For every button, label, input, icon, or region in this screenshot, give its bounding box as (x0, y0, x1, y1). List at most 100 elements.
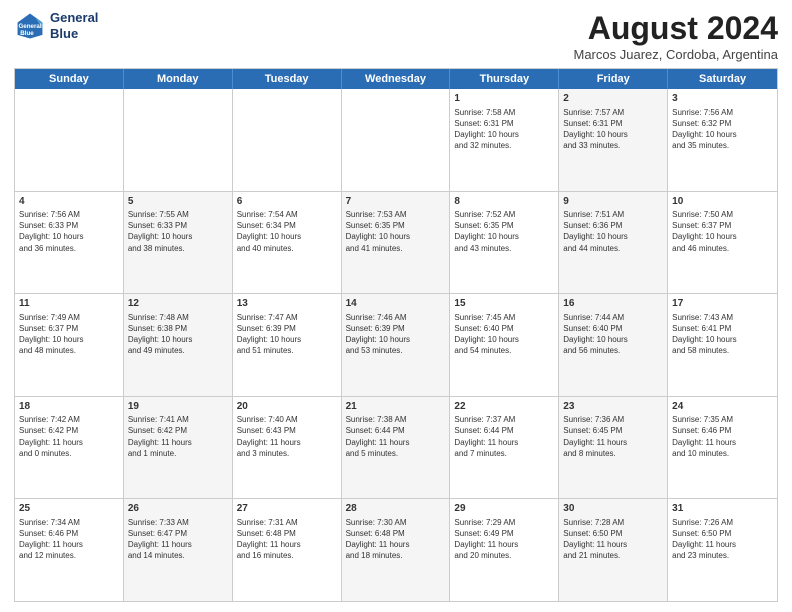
day-number: 16 (563, 297, 663, 311)
cell-text: Sunrise: 7:41 AM Sunset: 6:42 PM Dayligh… (128, 414, 228, 459)
calendar-cell: 30Sunrise: 7:28 AM Sunset: 6:50 PM Dayli… (559, 499, 668, 601)
cell-text: Sunrise: 7:57 AM Sunset: 6:31 PM Dayligh… (563, 107, 663, 152)
svg-text:Blue: Blue (20, 30, 34, 37)
title-block: August 2024 Marcos Juarez, Cordoba, Arge… (574, 10, 779, 62)
week-row-1: 1Sunrise: 7:58 AM Sunset: 6:31 PM Daylig… (15, 89, 777, 192)
cell-text: Sunrise: 7:29 AM Sunset: 6:49 PM Dayligh… (454, 517, 554, 562)
day-header-wednesday: Wednesday (342, 69, 451, 89)
calendar-cell: 3Sunrise: 7:56 AM Sunset: 6:32 PM Daylig… (668, 89, 777, 191)
cell-text: Sunrise: 7:28 AM Sunset: 6:50 PM Dayligh… (563, 517, 663, 562)
day-number: 5 (128, 195, 228, 209)
calendar-cell: 16Sunrise: 7:44 AM Sunset: 6:40 PM Dayli… (559, 294, 668, 396)
calendar: SundayMondayTuesdayWednesdayThursdayFrid… (14, 68, 778, 602)
week-row-4: 18Sunrise: 7:42 AM Sunset: 6:42 PM Dayli… (15, 397, 777, 500)
cell-text: Sunrise: 7:48 AM Sunset: 6:38 PM Dayligh… (128, 312, 228, 357)
cell-text: Sunrise: 7:45 AM Sunset: 6:40 PM Dayligh… (454, 312, 554, 357)
calendar-cell (233, 89, 342, 191)
day-number: 2 (563, 92, 663, 106)
calendar-cell: 24Sunrise: 7:35 AM Sunset: 6:46 PM Dayli… (668, 397, 777, 499)
day-number: 7 (346, 195, 446, 209)
calendar-cell: 13Sunrise: 7:47 AM Sunset: 6:39 PM Dayli… (233, 294, 342, 396)
calendar-cell: 21Sunrise: 7:38 AM Sunset: 6:44 PM Dayli… (342, 397, 451, 499)
week-row-5: 25Sunrise: 7:34 AM Sunset: 6:46 PM Dayli… (15, 499, 777, 601)
calendar-cell: 23Sunrise: 7:36 AM Sunset: 6:45 PM Dayli… (559, 397, 668, 499)
calendar-cell: 10Sunrise: 7:50 AM Sunset: 6:37 PM Dayli… (668, 192, 777, 294)
cell-text: Sunrise: 7:26 AM Sunset: 6:50 PM Dayligh… (672, 517, 773, 562)
cell-text: Sunrise: 7:33 AM Sunset: 6:47 PM Dayligh… (128, 517, 228, 562)
page: General Blue General Blue August 2024 Ma… (0, 0, 792, 612)
day-number: 18 (19, 400, 119, 414)
calendar-cell: 25Sunrise: 7:34 AM Sunset: 6:46 PM Dayli… (15, 499, 124, 601)
day-number: 23 (563, 400, 663, 414)
cell-text: Sunrise: 7:34 AM Sunset: 6:46 PM Dayligh… (19, 517, 119, 562)
calendar-cell: 2Sunrise: 7:57 AM Sunset: 6:31 PM Daylig… (559, 89, 668, 191)
cell-text: Sunrise: 7:53 AM Sunset: 6:35 PM Dayligh… (346, 209, 446, 254)
calendar-cell: 12Sunrise: 7:48 AM Sunset: 6:38 PM Dayli… (124, 294, 233, 396)
cell-text: Sunrise: 7:38 AM Sunset: 6:44 PM Dayligh… (346, 414, 446, 459)
logo-text: General Blue (50, 10, 98, 41)
calendar-cell: 7Sunrise: 7:53 AM Sunset: 6:35 PM Daylig… (342, 192, 451, 294)
day-header-thursday: Thursday (450, 69, 559, 89)
day-header-monday: Monday (124, 69, 233, 89)
day-number: 8 (454, 195, 554, 209)
cell-text: Sunrise: 7:36 AM Sunset: 6:45 PM Dayligh… (563, 414, 663, 459)
calendar-cell: 26Sunrise: 7:33 AM Sunset: 6:47 PM Dayli… (124, 499, 233, 601)
week-row-2: 4Sunrise: 7:56 AM Sunset: 6:33 PM Daylig… (15, 192, 777, 295)
cell-text: Sunrise: 7:37 AM Sunset: 6:44 PM Dayligh… (454, 414, 554, 459)
calendar-cell: 17Sunrise: 7:43 AM Sunset: 6:41 PM Dayli… (668, 294, 777, 396)
cell-text: Sunrise: 7:30 AM Sunset: 6:48 PM Dayligh… (346, 517, 446, 562)
calendar-cell: 14Sunrise: 7:46 AM Sunset: 6:39 PM Dayli… (342, 294, 451, 396)
logo: General Blue General Blue (14, 10, 98, 42)
day-number: 9 (563, 195, 663, 209)
calendar-cell: 28Sunrise: 7:30 AM Sunset: 6:48 PM Dayli… (342, 499, 451, 601)
calendar-cell: 22Sunrise: 7:37 AM Sunset: 6:44 PM Dayli… (450, 397, 559, 499)
day-number: 10 (672, 195, 773, 209)
cell-text: Sunrise: 7:35 AM Sunset: 6:46 PM Dayligh… (672, 414, 773, 459)
cell-text: Sunrise: 7:49 AM Sunset: 6:37 PM Dayligh… (19, 312, 119, 357)
day-number: 24 (672, 400, 773, 414)
cell-text: Sunrise: 7:58 AM Sunset: 6:31 PM Dayligh… (454, 107, 554, 152)
cell-text: Sunrise: 7:52 AM Sunset: 6:35 PM Dayligh… (454, 209, 554, 254)
day-number: 27 (237, 502, 337, 516)
cell-text: Sunrise: 7:46 AM Sunset: 6:39 PM Dayligh… (346, 312, 446, 357)
day-number: 14 (346, 297, 446, 311)
day-number: 30 (563, 502, 663, 516)
day-number: 21 (346, 400, 446, 414)
week-row-3: 11Sunrise: 7:49 AM Sunset: 6:37 PM Dayli… (15, 294, 777, 397)
day-header-sunday: Sunday (15, 69, 124, 89)
calendar-cell: 1Sunrise: 7:58 AM Sunset: 6:31 PM Daylig… (450, 89, 559, 191)
day-number: 11 (19, 297, 119, 311)
cell-text: Sunrise: 7:51 AM Sunset: 6:36 PM Dayligh… (563, 209, 663, 254)
calendar-cell (124, 89, 233, 191)
day-number: 13 (237, 297, 337, 311)
cell-text: Sunrise: 7:56 AM Sunset: 6:32 PM Dayligh… (672, 107, 773, 152)
day-header-tuesday: Tuesday (233, 69, 342, 89)
calendar-cell: 8Sunrise: 7:52 AM Sunset: 6:35 PM Daylig… (450, 192, 559, 294)
day-number: 28 (346, 502, 446, 516)
calendar-cell: 9Sunrise: 7:51 AM Sunset: 6:36 PM Daylig… (559, 192, 668, 294)
calendar-cell: 31Sunrise: 7:26 AM Sunset: 6:50 PM Dayli… (668, 499, 777, 601)
calendar-cell: 27Sunrise: 7:31 AM Sunset: 6:48 PM Dayli… (233, 499, 342, 601)
calendar-cell (342, 89, 451, 191)
day-number: 1 (454, 92, 554, 106)
day-number: 22 (454, 400, 554, 414)
calendar-body: 1Sunrise: 7:58 AM Sunset: 6:31 PM Daylig… (15, 89, 777, 601)
logo-icon: General Blue (14, 10, 46, 42)
cell-text: Sunrise: 7:44 AM Sunset: 6:40 PM Dayligh… (563, 312, 663, 357)
calendar-cell (15, 89, 124, 191)
cell-text: Sunrise: 7:54 AM Sunset: 6:34 PM Dayligh… (237, 209, 337, 254)
cell-text: Sunrise: 7:43 AM Sunset: 6:41 PM Dayligh… (672, 312, 773, 357)
calendar-cell: 5Sunrise: 7:55 AM Sunset: 6:33 PM Daylig… (124, 192, 233, 294)
day-number: 4 (19, 195, 119, 209)
day-number: 29 (454, 502, 554, 516)
day-number: 3 (672, 92, 773, 106)
calendar-cell: 19Sunrise: 7:41 AM Sunset: 6:42 PM Dayli… (124, 397, 233, 499)
day-number: 17 (672, 297, 773, 311)
cell-text: Sunrise: 7:31 AM Sunset: 6:48 PM Dayligh… (237, 517, 337, 562)
calendar-cell: 18Sunrise: 7:42 AM Sunset: 6:42 PM Dayli… (15, 397, 124, 499)
cell-text: Sunrise: 7:40 AM Sunset: 6:43 PM Dayligh… (237, 414, 337, 459)
day-number: 19 (128, 400, 228, 414)
header: General Blue General Blue August 2024 Ma… (14, 10, 778, 62)
day-number: 20 (237, 400, 337, 414)
calendar-cell: 15Sunrise: 7:45 AM Sunset: 6:40 PM Dayli… (450, 294, 559, 396)
